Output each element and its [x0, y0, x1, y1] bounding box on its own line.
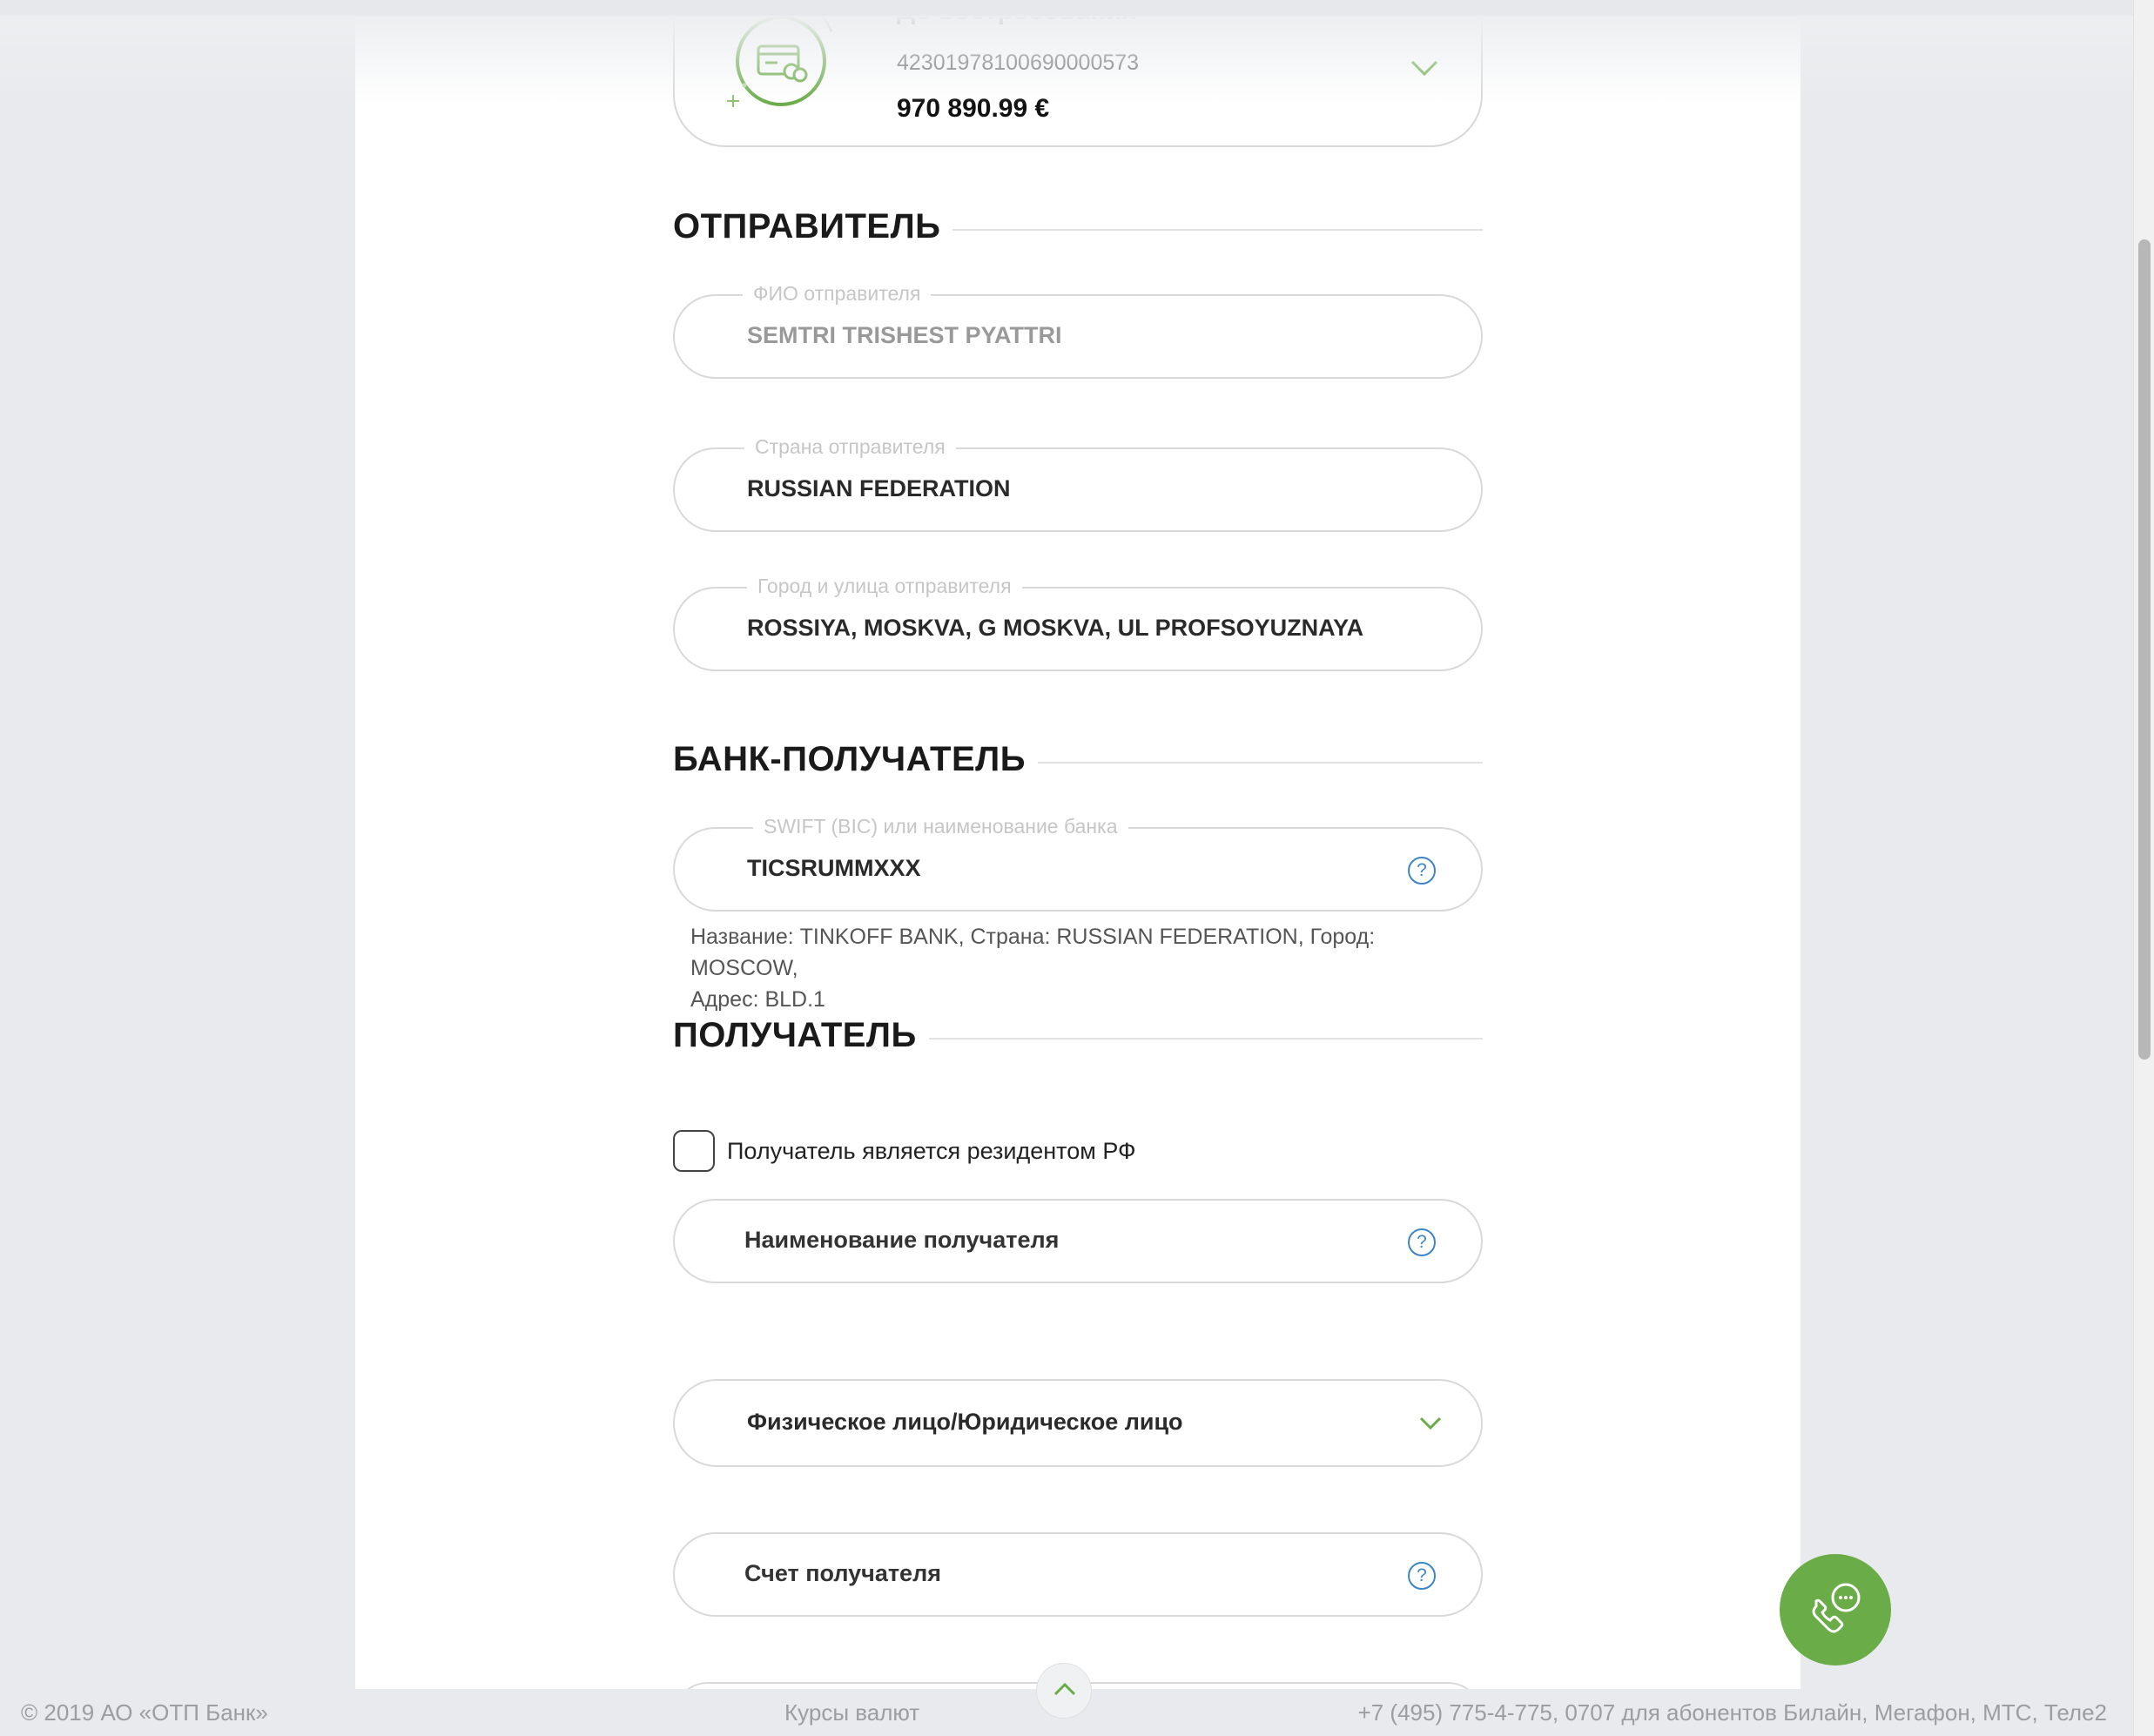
- recipient-type-select[interactable]: Физическое лицо/Юридическое лицо: [673, 1379, 1483, 1467]
- recipient-account-placeholder: Счет получателя: [744, 1560, 941, 1586]
- swift-field[interactable]: SWIFT (BIC) или наименование банка TICSR…: [673, 815, 1483, 912]
- section-divider: [952, 229, 1483, 231]
- recipient-name-field[interactable]: Наименование получателя ?: [673, 1199, 1483, 1283]
- sender-name-label: ФИО отправителя: [743, 282, 932, 306]
- sender-heading: ОТПРАВИТЕЛЬ: [673, 206, 941, 246]
- call-chat-button[interactable]: [1780, 1554, 1891, 1665]
- chevron-down-icon[interactable]: [1409, 57, 1440, 78]
- chevron-down-icon[interactable]: [1418, 1416, 1443, 1431]
- sender-address-value: ROSSIYA, MOSKVA, G MOSKVA, UL PROFSOYUZN…: [747, 615, 1364, 641]
- footer-copyright: © 2019 АО «ОТП Банк»: [21, 1699, 268, 1726]
- sender-name-field[interactable]: ФИО отправителя SEMTRI TRISHEST PYATTRI: [673, 282, 1483, 379]
- recipient-type-value: Физическое лицо/Юридическое лицо: [747, 1409, 1183, 1435]
- footer-phones: +7 (495) 775-4-775, 0707 для абонентов Б…: [1357, 1699, 2107, 1726]
- help-icon[interactable]: ?: [1408, 1228, 1436, 1256]
- recipient-heading: ПОЛУЧАТЕЛЬ: [673, 1015, 917, 1054]
- sender-country-value: RUSSIAN FEDERATION: [747, 475, 1011, 501]
- bank-info-line: Адрес: BLD.1: [690, 987, 825, 1012]
- scrollbar-thumb[interactable]: [2138, 239, 2151, 1060]
- vertical-scrollbar[interactable]: [2133, 0, 2154, 1736]
- help-icon[interactable]: ?: [1408, 857, 1436, 885]
- account-balance: 970 890.99 €: [897, 94, 1050, 123]
- sender-name-value: SEMTRI TRISHEST PYATTRI: [747, 322, 1062, 348]
- resident-checkbox-label[interactable]: Получатель является резидентом РФ: [727, 1138, 1136, 1165]
- bank-info: Название: TINKOFF BANK, Страна: RUSSIAN …: [690, 921, 1474, 1015]
- sender-country-label: Страна отправителя: [744, 435, 956, 459]
- sender-address-field[interactable]: Город и улица отправителя ROSSIYA, MOSKV…: [673, 575, 1483, 671]
- account-selector[interactable]: До востребования 42301978100690000573 97…: [673, 0, 1483, 147]
- chevron-up-icon: [1053, 1682, 1076, 1696]
- recipient-section-heading: ПОЛУЧАТЕЛЬ: [673, 1013, 1483, 1057]
- sender-section-heading: ОТПРАВИТЕЛЬ: [673, 205, 1483, 248]
- swift-label: SWIFT (BIC) или наименование банка: [753, 815, 1128, 838]
- sender-address-label: Город и улица отправителя: [747, 575, 1022, 598]
- phone-chat-icon: [1812, 1583, 1861, 1633]
- swift-value: TICSRUMMXXX: [747, 855, 921, 881]
- scroll-to-top-button[interactable]: [1036, 1663, 1092, 1719]
- resident-checkbox-row[interactable]: Получатель является резидентом РФ: [673, 1130, 1136, 1172]
- bank-info-line: Название: TINKOFF BANK, Страна: RUSSIAN …: [690, 925, 1376, 980]
- help-icon[interactable]: ?: [1408, 1562, 1436, 1590]
- resident-checkbox[interactable]: [673, 1130, 715, 1172]
- sender-country-field[interactable]: Страна отправителя RUSSIAN FEDERATION: [673, 435, 1483, 532]
- account-number: 42301978100690000573: [897, 50, 1140, 75]
- bank-heading: БАНК-ПОЛУЧАТЕЛЬ: [673, 739, 1026, 778]
- recipient-name-placeholder: Наименование получателя: [744, 1227, 1060, 1253]
- currency-rates-link[interactable]: Курсы валют: [784, 1699, 919, 1726]
- section-divider: [1037, 762, 1483, 764]
- top-bar: [0, 0, 2133, 16]
- bank-section-heading: БАНК-ПОЛУЧАТЕЛЬ: [673, 737, 1483, 781]
- card-transfer-icon: [727, 1, 840, 107]
- section-divider: [928, 1038, 1483, 1040]
- recipient-account-field[interactable]: Счет получателя ?: [673, 1532, 1483, 1617]
